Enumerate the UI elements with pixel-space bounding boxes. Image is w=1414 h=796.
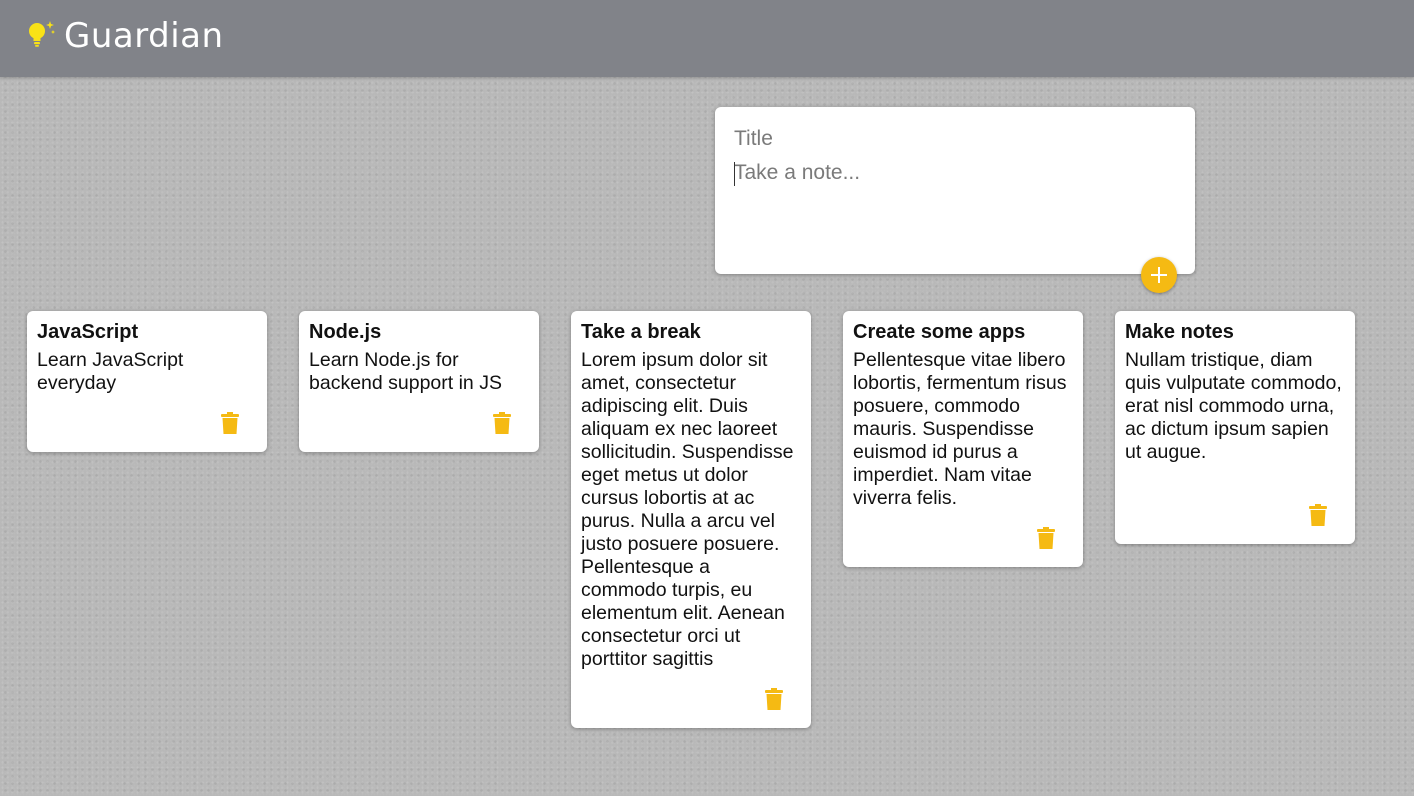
note-title-input[interactable] xyxy=(734,127,1174,151)
trash-icon xyxy=(221,412,239,434)
note-card: Create some apps Pellentesque vitae libe… xyxy=(843,311,1083,567)
note-content-input[interactable] xyxy=(734,161,1174,251)
note-title: Create some apps xyxy=(853,321,1026,343)
note-content: Lorem ipsum dolor sit amet, consectetur … xyxy=(581,349,794,670)
trash-icon xyxy=(1037,527,1055,549)
note-card: Take a break Lorem ipsum dolor sit amet,… xyxy=(571,311,811,728)
note-content: Pellentesque vitae libero lobortis, ferm… xyxy=(853,349,1067,509)
note-title: JavaScript xyxy=(37,321,139,343)
note-card: Make notes Nullam tristique, diam quis v… xyxy=(1115,311,1355,544)
app-header: Guardian xyxy=(0,0,1414,77)
note-title: Node.js xyxy=(309,321,382,343)
delete-note-button[interactable] xyxy=(1037,527,1055,549)
note-card: Node.js Learn Node.js for backend suppor… xyxy=(299,311,539,452)
note-content: Nullam tristique, diam quis vulputate co… xyxy=(1125,349,1342,463)
delete-note-button[interactable] xyxy=(221,412,239,434)
note-card: JavaScript Learn JavaScript everyday xyxy=(27,311,267,452)
trash-icon xyxy=(765,688,783,710)
note-content: Learn Node.js for backend support in JS xyxy=(309,349,502,394)
delete-note-button[interactable] xyxy=(493,412,511,434)
add-note-button[interactable] xyxy=(1141,257,1177,293)
trash-icon xyxy=(493,412,511,434)
note-content: Learn JavaScript everyday xyxy=(37,349,184,394)
note-title: Take a break xyxy=(581,321,701,343)
trash-icon xyxy=(1309,504,1327,526)
app-title: Guardian xyxy=(64,16,224,56)
plus-icon xyxy=(1151,267,1167,283)
note-title: Make notes xyxy=(1125,321,1234,343)
delete-note-button[interactable] xyxy=(1309,504,1327,526)
lightbulb-icon xyxy=(29,21,55,47)
delete-note-button[interactable] xyxy=(765,688,783,710)
create-note-form xyxy=(715,107,1195,274)
text-cursor xyxy=(734,162,735,186)
